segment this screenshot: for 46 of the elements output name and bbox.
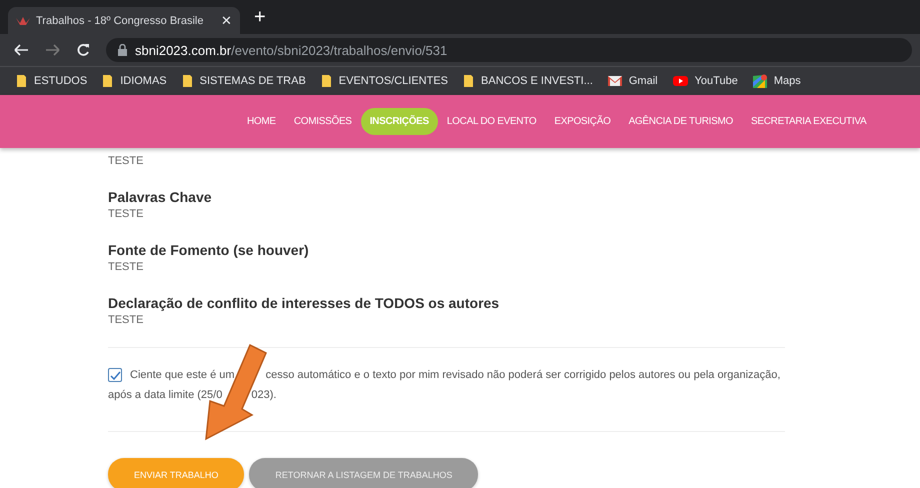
agreement-text: Ciente que este é um [130,368,235,383]
field-value: TESTE [108,313,144,327]
bookmark[interactable]: Maps [752,74,801,88]
close-tab-button[interactable]: ✕ [221,13,232,28]
tab-title: Trabalhos - 18º Congresso Brasile [36,14,204,26]
bookmark[interactable]: ESTUDOS [16,74,88,88]
bookmark[interactable]: BANCOS E INVESTI... [463,74,593,88]
field-value: TESTE [108,207,144,221]
bookmark[interactable]: IDIOMAS [102,74,167,88]
bookmark[interactable]: Gmail [608,74,658,88]
checkbox[interactable] [108,368,122,382]
bookmark[interactable]: SISTEMAS DE TRAB [182,74,306,88]
nav-link[interactable]: COMISSÕES [284,108,361,135]
lock-icon [118,44,127,56]
agreement-text: após a data limite (25/0 [108,388,222,403]
url-text: sbni2023.com.br/evento/sbni2023/trabalhos/envio/531 [135,42,448,58]
field-label: Fonte de Fomento (se houver) [108,241,310,259]
folder-icon [182,74,193,88]
nav-link[interactable]: HOME [238,108,285,135]
field-value: TESTE [108,260,144,274]
map-icon [752,74,767,88]
folder-icon [16,74,27,88]
reload-icon [76,43,90,57]
nav-link[interactable]: EXPOSIÇÃO [545,108,620,135]
agreement-text: 023). [251,388,276,403]
folder-icon [463,74,474,88]
field-value: TESTE [108,154,144,168]
folder-icon [320,74,332,88]
nav-link[interactable]: AGÊNCIA DE TURISMO [620,108,742,135]
address-bar[interactable]: sbni2023.com.br/evento/sbni2023/trabalhos/envio/531 [106,38,912,62]
check-icon [110,370,120,380]
forward-icon [45,43,60,57]
bookmark[interactable]: YouTube [672,74,738,88]
field-label: Palavras Chave [108,188,213,206]
logo-icon [16,14,30,26]
nav-link[interactable]: LOCAL DO EVENTO [438,108,546,135]
folder-icon [102,74,114,88]
field-label: Declaração de conflito de interesses de TODOS os autores [108,294,500,312]
new-tab-button[interactable]: + [250,6,270,28]
play-icon [672,74,688,88]
agreement-text: cesso automático e o texto por mim revisado não poderá ser corrigido pelos autores ou pela organização, [266,368,780,383]
back-icon [14,43,29,57]
bookmark[interactable]: EVENTOS/CLIENTES [320,74,448,88]
browser-tab[interactable]: Trabalhos - 18º Congresso Brasile ✕ [8,7,240,34]
mail-icon [608,74,622,88]
nav-link[interactable]: SECRETARIA EXECUTIVA [742,108,876,135]
